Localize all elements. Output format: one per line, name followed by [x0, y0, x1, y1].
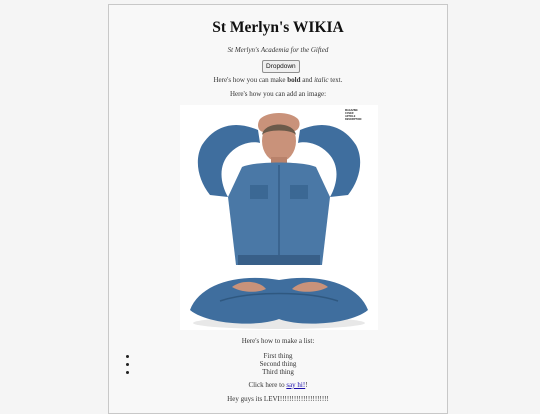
- italic-example: italic: [314, 76, 329, 84]
- bullet-icon: [126, 354, 129, 358]
- link-suffix: !: [305, 381, 308, 389]
- link-prefix: Click here to: [248, 381, 287, 389]
- bullet-icon: [126, 370, 129, 374]
- page-title: St Merlyn's WIKIA: [212, 19, 344, 36]
- portrait-image: MAGAZINE COVER ARTICLE DESCRIPTION: [180, 105, 378, 330]
- formatting-suffix: text.: [328, 76, 343, 84]
- list-item: Third thing: [109, 368, 447, 376]
- page-subtitle: St Merlyn's Academia for the Gifted: [227, 46, 329, 54]
- portrait-illustration: MAGAZINE COVER ARTICLE DESCRIPTION: [180, 105, 378, 330]
- dropdown-button[interactable]: Dropdown: [262, 60, 300, 73]
- footer-message: Hey guys its LEVI!!!!!!!!!!!!!!!!!!!!!: [227, 395, 329, 403]
- link-line: Click here to say hi!!: [109, 381, 447, 389]
- example-list: First thing Second thing Third thing: [109, 352, 447, 376]
- list-item: First thing: [109, 352, 447, 360]
- list-intro: Here's how to make a list:: [241, 337, 315, 345]
- wiki-page: St Merlyn's WIKIA St Merlyn's Academia f…: [108, 4, 448, 414]
- bullet-icon: [126, 362, 129, 366]
- bold-example: bold: [287, 76, 301, 84]
- formatting-middle: and: [300, 76, 315, 84]
- list-item: Second thing: [109, 360, 447, 368]
- formatting-prefix: Here's how you can make: [213, 76, 288, 84]
- say-hi-link[interactable]: say hi!: [286, 381, 305, 389]
- image-intro: Here's how you can add an image:: [229, 90, 327, 98]
- formatting-text: Here's how you can make bold and italic …: [109, 76, 447, 84]
- svg-text:DESCRIPTION: DESCRIPTION: [345, 118, 362, 121]
